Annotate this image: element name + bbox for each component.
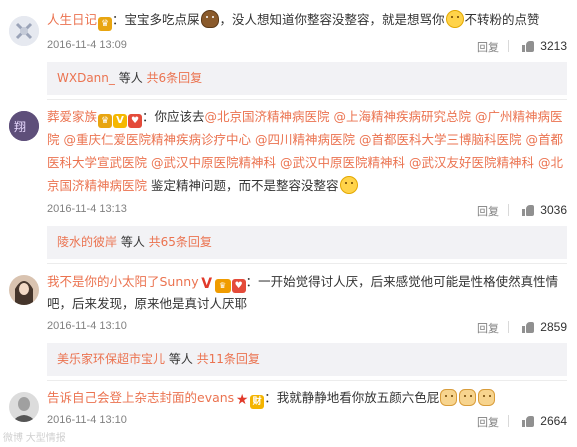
- username[interactable]: 葬爱家族: [47, 109, 97, 124]
- sub-reply-text: 等人: [117, 235, 149, 249]
- comment-text-end: 鉴定精神问题，而不是整容没整容: [151, 178, 339, 193]
- like-button[interactable]: 3036: [522, 203, 567, 217]
- sub-reply-user[interactable]: WXDann_: [57, 71, 115, 85]
- comment-meta: 2016-11-4 13:10 回复 2664: [47, 414, 567, 430]
- divider: [508, 204, 509, 216]
- like-count: 2664: [540, 414, 567, 428]
- username[interactable]: 人生日记: [47, 12, 97, 27]
- comment-text: ：我就静静地看你放五颜六色屁: [264, 390, 440, 405]
- mention-link[interactable]: @上海精神疾病研究总院: [334, 109, 472, 124]
- timestamp: 2016-11-4 13:13: [47, 203, 127, 215]
- thumbs-up-icon: [522, 204, 535, 216]
- divider: [508, 40, 509, 52]
- comment-text-end: 不转粉的点赞: [464, 12, 540, 27]
- thumbs-up-icon: [522, 321, 535, 333]
- like-button[interactable]: 3213: [522, 39, 567, 53]
- comment-content: 告诉自己会登上杂志封面的evans ★ 财：我就静静地看你放五颜六色屁: [47, 387, 567, 409]
- like-button[interactable]: 2664: [522, 414, 567, 428]
- smirk-emoji-icon: [445, 10, 464, 28]
- svg-text:翔: 翔: [14, 120, 26, 134]
- more-replies-link[interactable]: 共65条回复: [149, 235, 212, 249]
- member-badge-icon: ♛: [98, 17, 113, 31]
- reply-button[interactable]: 回复: [477, 203, 499, 219]
- reply-button[interactable]: 回复: [477, 39, 499, 55]
- finance-badge-icon: 财: [250, 395, 265, 409]
- thumbs-up-icon: [522, 40, 535, 52]
- comment-divider: [47, 380, 567, 381]
- reply-button[interactable]: 回复: [477, 414, 499, 430]
- sub-reply-user[interactable]: 美乐家环保超市宝儿: [57, 352, 165, 366]
- comment-meta: 2016-11-4 13:09 回复 3213: [47, 39, 567, 55]
- like-button[interactable]: 2859: [522, 320, 567, 334]
- member-badge-icon: ♛: [98, 114, 113, 128]
- comment-divider: [47, 99, 567, 100]
- star-badge-icon: ★: [235, 392, 249, 408]
- thumbs-up-icon: [522, 415, 535, 427]
- mention-link[interactable]: @四川精神病医院: [255, 132, 355, 147]
- more-replies-link[interactable]: 共6条回复: [147, 71, 203, 85]
- watermark: 微博 大型情报: [3, 433, 66, 444]
- verified-v-icon: V: [201, 276, 213, 292]
- username[interactable]: 告诉自己会登上杂志封面的evans: [47, 390, 234, 405]
- more-replies-link[interactable]: 共11条回复: [197, 352, 260, 366]
- mention-link[interactable]: @首都医科大学三博脑科医院: [359, 132, 522, 147]
- dog-emoji-icon: [459, 389, 477, 406]
- verified-badge-icon: V: [113, 114, 128, 128]
- sub-reply-text: 等人: [165, 352, 197, 366]
- mention-link[interactable]: @重庆仁爱医院精神疾病诊疗中心: [64, 132, 252, 147]
- dog-emoji-icon: [478, 389, 496, 406]
- comment-content: 我不是你的小太阳了Sunny V ♛ ♥ ：一开始觉得讨人厌，后来感觉他可能是性格使然真…: [47, 271, 567, 315]
- comment-text: ：宝宝多吃点屎: [112, 12, 200, 27]
- vip-badge-icon: ♥: [231, 279, 246, 293]
- divider: [508, 415, 509, 427]
- avatar[interactable]: [9, 16, 39, 46]
- reply-button[interactable]: 回复: [477, 320, 499, 336]
- mention-link[interactable]: @武汉友好医院精神科: [409, 155, 534, 170]
- smile-emoji-icon: [339, 176, 358, 194]
- comment-content: 人生日记 ♛ ：宝宝多吃点屎 ，没人想知道你整容没整容，就是想骂你 不转粉的点赞: [47, 9, 567, 31]
- comment-content: 葬爱家族 ♛ V ♥ ：你应该去@北京国济精神病医院 @上海精神疾病研究总院 @广州精神…: [47, 105, 567, 197]
- comment-meta: 2016-11-4 13:13 回复 3036: [47, 203, 567, 219]
- timestamp: 2016-11-4 13:10: [47, 414, 127, 426]
- mention-link[interactable]: @武汉中原医院精神科: [151, 155, 276, 170]
- sub-replies-summary[interactable]: 陵水的彼岸 等人 共65条回复: [47, 226, 567, 259]
- vip-badge-icon: ♥: [128, 114, 143, 128]
- comment-divider: [47, 263, 567, 264]
- timestamp: 2016-11-4 13:09: [47, 39, 127, 51]
- like-count: 3213: [540, 39, 567, 53]
- sub-reply-text: 等人: [114, 71, 147, 85]
- poop-emoji-icon: [200, 10, 219, 28]
- avatar[interactable]: [9, 275, 39, 305]
- username[interactable]: 我不是你的小太阳了Sunny: [47, 274, 199, 289]
- comment-text: ：你应该去: [142, 109, 205, 124]
- level-badge-icon: ♛: [214, 279, 231, 293]
- mention-link[interactable]: @北京国济精神病医院: [205, 109, 330, 124]
- sub-replies-summary[interactable]: 美乐家环保超市宝儿 等人 共11条回复: [47, 343, 567, 376]
- sub-replies-summary[interactable]: WXDann_ 等人 共6条回复: [47, 62, 567, 95]
- avatar[interactable]: 翔: [9, 111, 39, 141]
- comment-meta: 2016-11-4 13:10 回复 2859: [47, 320, 567, 336]
- divider: [508, 321, 509, 333]
- mention-link[interactable]: @武汉中原医院精神科: [280, 155, 405, 170]
- like-count: 2859: [540, 320, 567, 334]
- sub-reply-user[interactable]: 陵水的彼岸: [57, 235, 117, 249]
- like-count: 3036: [540, 203, 567, 217]
- comment-text-middle: ，没人想知道你整容没整容，就是想骂你: [219, 12, 445, 27]
- dog-emoji-icon: [440, 389, 458, 406]
- avatar[interactable]: [9, 392, 39, 422]
- timestamp: 2016-11-4 13:10: [47, 320, 127, 332]
